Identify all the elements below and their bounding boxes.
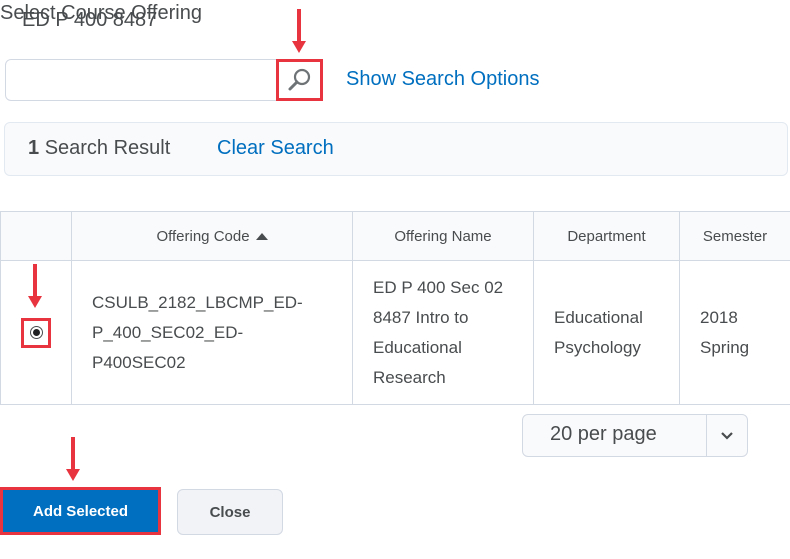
per-page-value[interactable]: 20 per page bbox=[550, 423, 657, 446]
semester-line: Spring bbox=[700, 337, 750, 357]
close-button[interactable]: Close bbox=[177, 489, 283, 535]
department-header: Department bbox=[533, 211, 680, 261]
radio-selected-dot bbox=[32, 329, 40, 336]
select-column-header bbox=[0, 211, 72, 261]
offerings-table: Offering Code Offering Name Department S… bbox=[0, 211, 790, 405]
per-page-divider bbox=[706, 414, 707, 457]
offering-name-cell: ED P 400 Sec 02 8487 Intro to Educationa… bbox=[352, 260, 534, 405]
department-line: Educational bbox=[554, 307, 643, 327]
chevron-down-icon[interactable] bbox=[715, 424, 739, 448]
magnifier-icon bbox=[288, 68, 310, 91]
search-button[interactable] bbox=[276, 59, 323, 101]
result-count-number: 1 bbox=[28, 137, 40, 159]
offering-code-cell: CSULB_2182_LBCMP_ED- P_400_SEC02_ED- P40… bbox=[71, 260, 353, 405]
annotation-arrow-icon bbox=[28, 264, 42, 308]
semester-header: Semester bbox=[679, 211, 790, 261]
offering-code-line: P400SEC02 bbox=[92, 352, 186, 372]
offering-name-line: Educational bbox=[373, 337, 462, 357]
table-row: CSULB_2182_LBCMP_ED- P_400_SEC02_ED- P40… bbox=[0, 260, 790, 405]
offering-code-header[interactable]: Offering Code bbox=[71, 211, 353, 261]
offering-code-header-label: Offering Code bbox=[156, 227, 250, 245]
semester-line: 2018 bbox=[700, 307, 738, 327]
annotation-arrow-icon bbox=[66, 437, 80, 481]
clear-search-link[interactable]: Clear Search bbox=[217, 137, 334, 160]
offering-name-line: Research bbox=[373, 367, 446, 387]
show-search-options-link[interactable]: Show Search Options bbox=[346, 68, 539, 91]
search-result-count: 1 Search Result bbox=[28, 137, 170, 160]
radio-outer bbox=[29, 326, 43, 339]
add-selected-button[interactable]: Add Selected bbox=[0, 487, 161, 535]
offering-code-line: CSULB_2182_LBCMP_ED- bbox=[92, 292, 303, 312]
offering-name-line: 8487 Intro to bbox=[373, 307, 469, 327]
department-line: Psychology bbox=[554, 337, 641, 357]
search-input-value[interactable]: ED P 400 8487 bbox=[22, 9, 157, 32]
offering-code-line: P_400_SEC02_ED- bbox=[92, 322, 244, 342]
offering-name-line: ED P 400 Sec 02 bbox=[373, 277, 504, 297]
sort-ascending-icon bbox=[255, 233, 268, 241]
row-select-radio[interactable] bbox=[21, 317, 51, 348]
offering-name-header: Offering Name bbox=[352, 211, 534, 261]
annotation-arrow-icon bbox=[292, 9, 306, 53]
department-cell: Educational Psychology bbox=[533, 260, 680, 405]
semester-cell: 2018 Spring bbox=[679, 260, 790, 405]
result-count-label: Search Result bbox=[44, 137, 171, 159]
